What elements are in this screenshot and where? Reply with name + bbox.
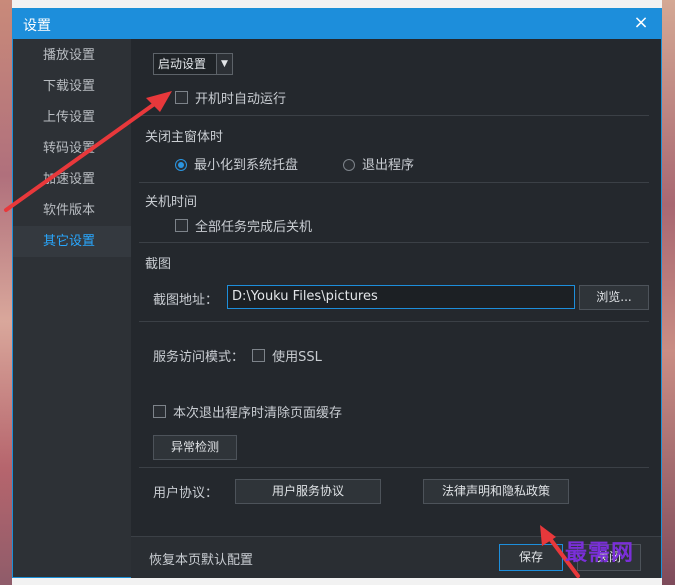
annotation-arrows <box>4 91 580 578</box>
watermark-logo: 最需网 <box>565 540 635 566</box>
arrow-to-autorun-icon <box>4 91 172 212</box>
